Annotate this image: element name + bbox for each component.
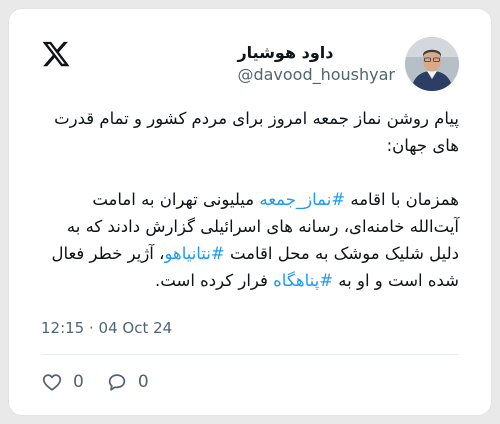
divider xyxy=(41,354,459,355)
tweet-line-1: پیام روشن نماز جمعه امروز برای مردم کشور… xyxy=(54,109,459,155)
tweet-timestamp[interactable]: 12:15 · 04 Oct 24 xyxy=(41,319,172,337)
avatar[interactable] xyxy=(405,37,459,91)
like-count: 0 xyxy=(73,372,84,392)
hashtag-netanyahu[interactable]: #نتانیاهو xyxy=(164,244,224,263)
tweet-paragraph-2: همزمان با اقامه #نماز_جمعه میلیونی تهران… xyxy=(41,186,459,294)
like-button[interactable]: 0 xyxy=(41,371,84,393)
hashtag-friday-prayer[interactable]: #نماز_جمعه xyxy=(259,190,345,209)
tweet-text-segment: فرار کرده است. xyxy=(155,271,274,290)
avatar-photo-icon xyxy=(405,37,459,91)
author-display-name[interactable]: داود هوشیار xyxy=(237,42,333,64)
author-names: داود هوشیار @davood_houshyar xyxy=(237,42,395,86)
x-logo-icon[interactable] xyxy=(41,39,71,69)
tweet-text: پیام روشن نماز جمعه امروز برای مردم کشور… xyxy=(41,105,459,294)
heart-icon xyxy=(42,374,62,391)
reply-button[interactable]: 0 xyxy=(106,371,149,393)
tweet-card: داود هوشیار @davood_houshyar پیام روشن ن… xyxy=(8,8,492,416)
tweet-actions: 0 0 xyxy=(41,371,149,393)
tweet-author-header[interactable]: داود هوشیار @davood_houshyar xyxy=(237,37,459,91)
hashtag-shelter[interactable]: #پناهگاه xyxy=(273,271,333,290)
tweet-text-segment: همزمان با اقامه xyxy=(345,190,459,209)
reply-bubble-icon xyxy=(108,374,126,391)
reply-count: 0 xyxy=(137,372,149,392)
author-handle[interactable]: @davood_houshyar xyxy=(237,64,395,86)
